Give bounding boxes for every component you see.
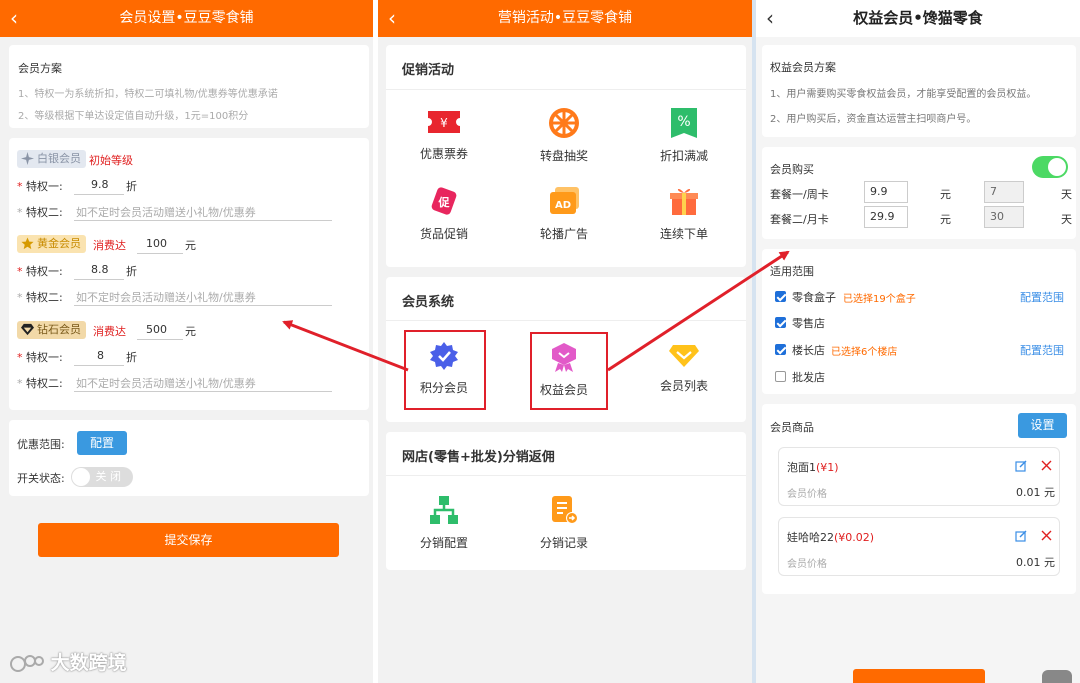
arrow-to-rights-settings	[607, 250, 790, 372]
annotation-arrows	[282, 250, 790, 372]
arrow-to-points-settings	[282, 320, 409, 372]
